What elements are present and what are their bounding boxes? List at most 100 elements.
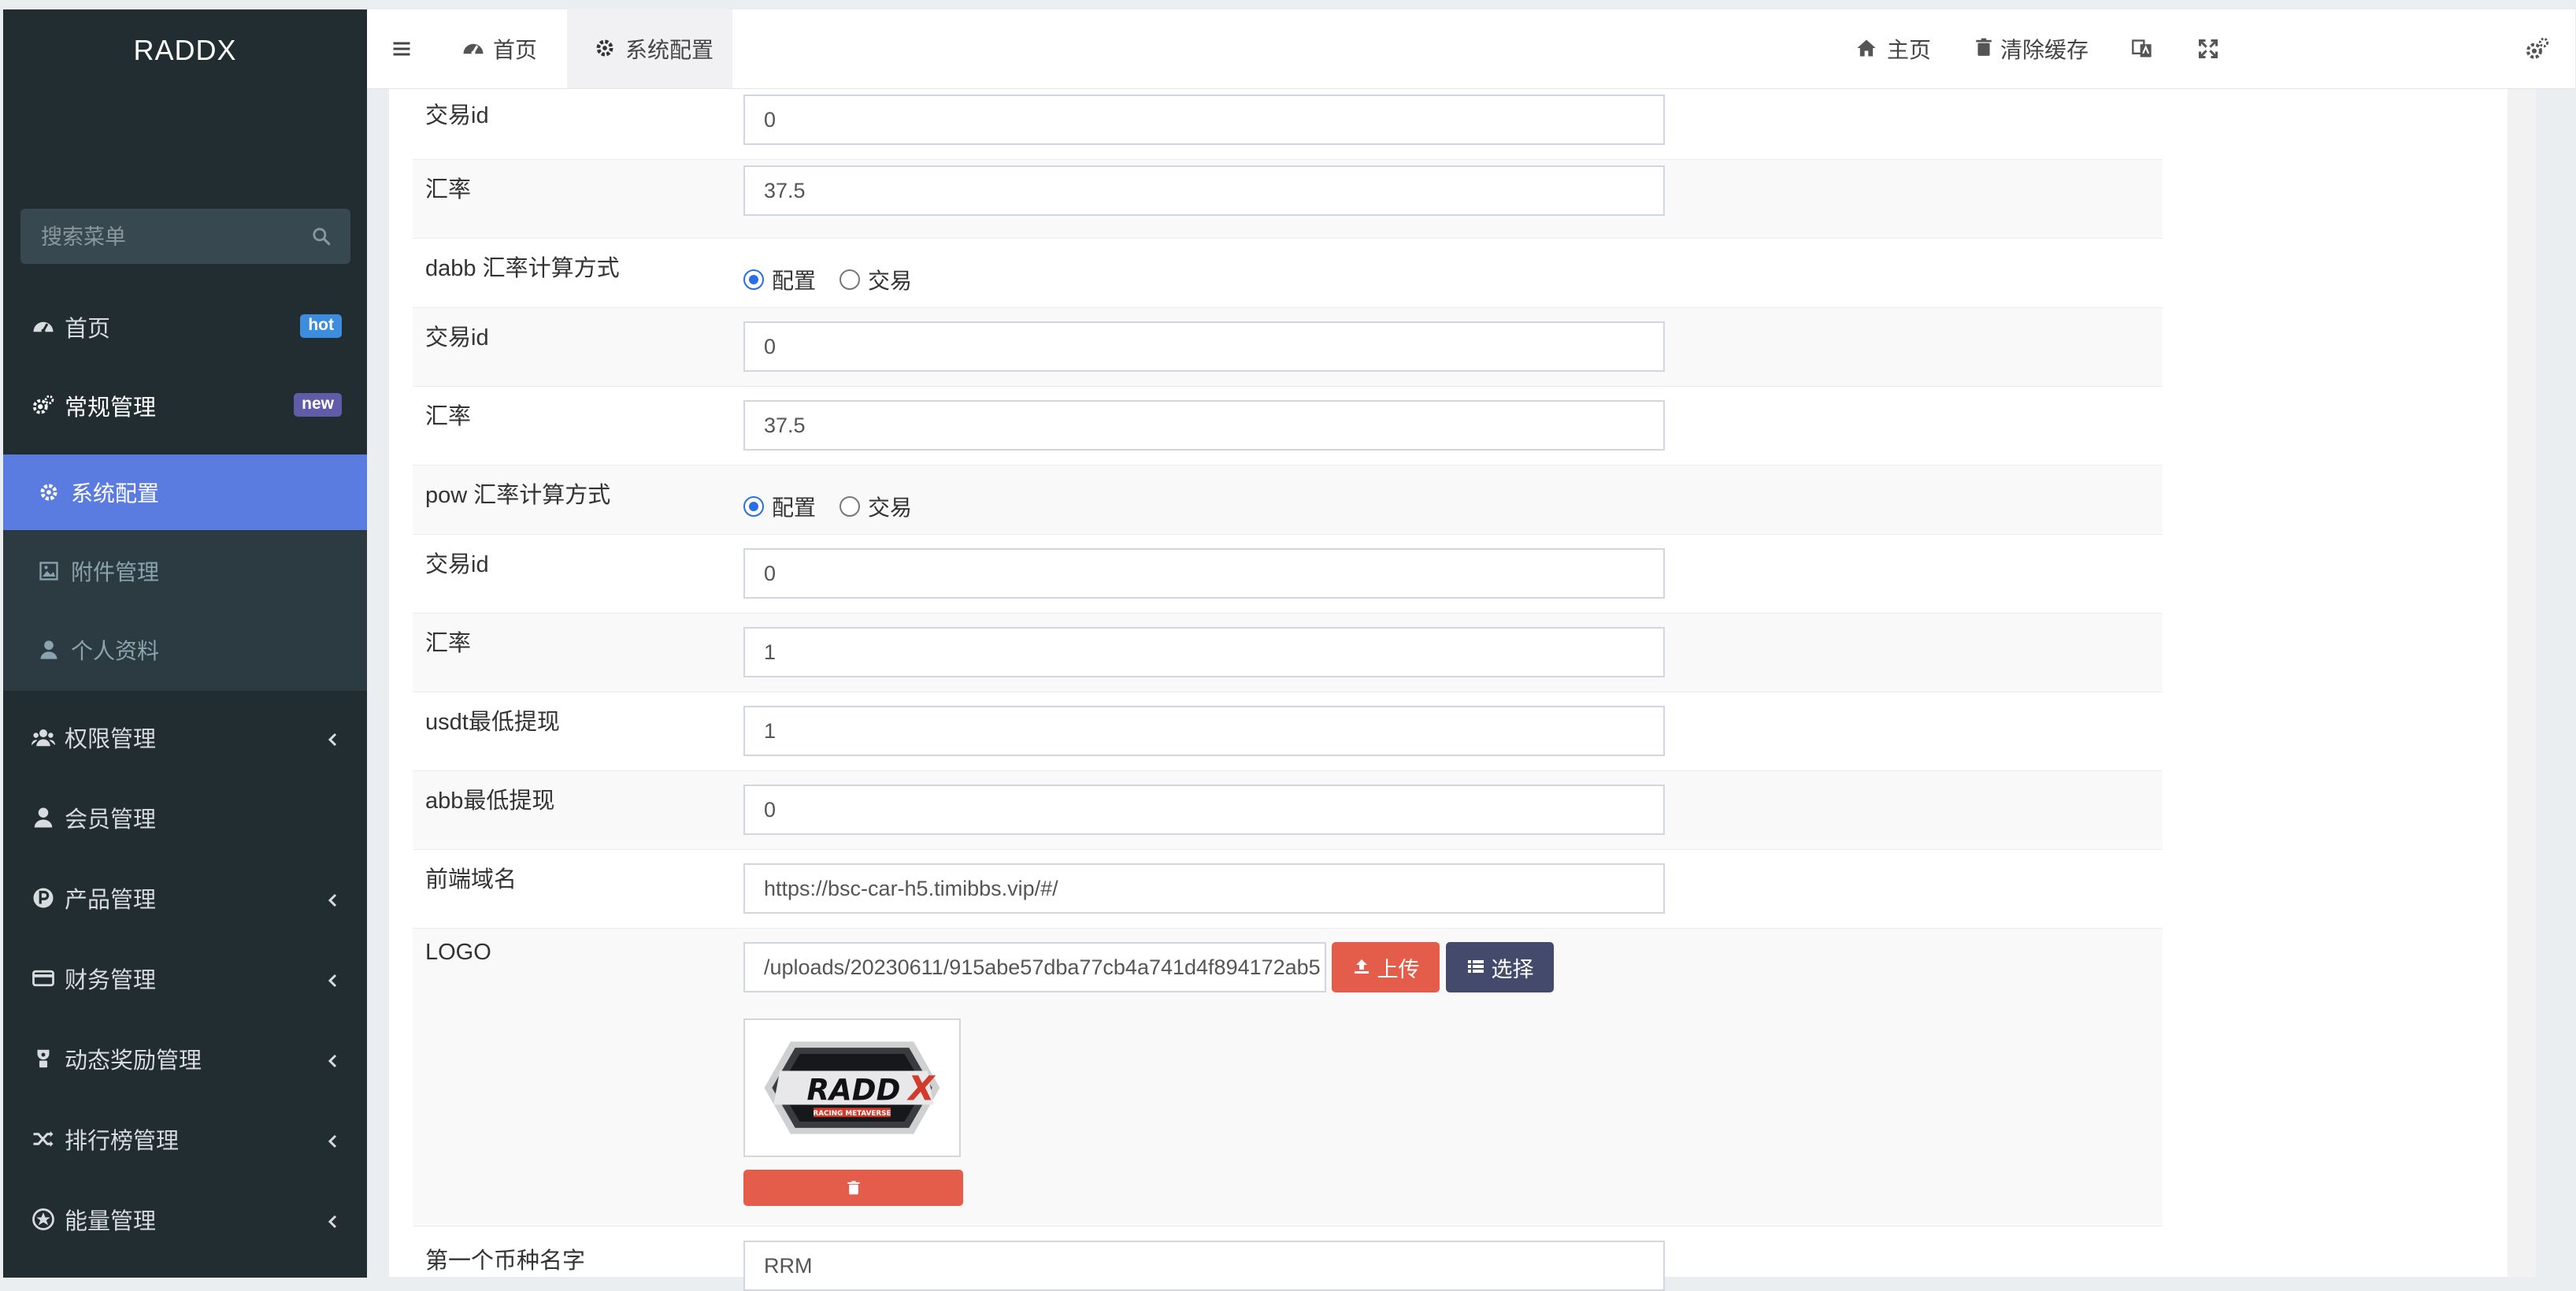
expand-icon	[2198, 39, 2218, 59]
first-coin-name-input[interactable]: RRM	[743, 1241, 1665, 1291]
trade-id-input[interactable]: 0	[743, 321, 1665, 372]
cogs-icon	[2526, 37, 2549, 59]
chevron-left-icon	[328, 893, 337, 907]
sidebar-item-home[interactable]: 首页 hot	[3, 288, 367, 366]
form-row: 汇率 37.5	[413, 160, 2163, 239]
delete-logo-button[interactable]	[743, 1170, 963, 1206]
field-label: 交易id	[425, 325, 489, 351]
radio-trade[interactable]	[840, 496, 861, 517]
radio-config[interactable]	[743, 496, 764, 517]
sidebar-item-label: 能量管理	[65, 1209, 157, 1234]
abb-min-withdraw-input[interactable]: 0	[743, 785, 1665, 835]
radio-label: 配置	[772, 269, 817, 293]
chevron-left-icon	[328, 733, 337, 747]
sidebar-item-products[interactable]: 产品管理	[3, 859, 367, 937]
field-label: 第一个币种名字	[425, 1248, 586, 1274]
menu-search-input[interactable]	[39, 209, 302, 265]
hot-badge: hot	[300, 314, 342, 338]
radio-config[interactable]	[743, 269, 764, 290]
form-row: 前端域名 https://bsc-car-h5.timibbs.vip/#/	[413, 850, 2163, 929]
energy-icon	[32, 1208, 55, 1231]
sidebar-item-finance[interactable]: 财务管理	[3, 939, 367, 1018]
rate-input[interactable]: 1	[743, 627, 1665, 677]
field-label: abb最低提现	[425, 788, 555, 814]
field-label: usdt最低提现	[425, 710, 560, 735]
logo-preview[interactable]: RADD X RACING METAVERSE	[743, 1018, 961, 1157]
chevron-left-icon	[328, 1134, 337, 1148]
sidebar-item-rewards[interactable]: 动态奖励管理	[3, 1019, 367, 1098]
dashboard-icon	[32, 315, 55, 339]
new-badge: new	[294, 393, 342, 417]
form-row: 交易id 0	[413, 535, 2163, 614]
usdt-min-withdraw-input[interactable]: 1	[743, 706, 1665, 756]
random-icon	[32, 1127, 55, 1151]
tab-label: 系统配置	[625, 38, 714, 62]
tab-home[interactable]: 首页	[461, 9, 537, 88]
chevron-left-icon	[328, 1215, 337, 1229]
sidebar-subitem-attachments[interactable]: 附件管理	[3, 533, 367, 609]
form-row: dabb 汇率计算方式 配置 交易	[413, 239, 2163, 308]
radio-label: 配置	[772, 495, 817, 520]
sidebar-item-permissions[interactable]: 权限管理	[3, 698, 367, 777]
form-row: abb最低提现 0	[413, 771, 2163, 850]
settings-button[interactable]	[2525, 9, 2550, 88]
radio-group: 配置 交易	[743, 491, 912, 522]
sidebar-subitem-system-config[interactable]: 系统配置	[3, 454, 367, 530]
rate-input[interactable]: 37.5	[743, 165, 1665, 216]
sidebar-item-energy[interactable]: 能量管理	[3, 1180, 367, 1259]
gear-icon	[594, 37, 617, 61]
fullscreen-button[interactable]	[2197, 9, 2219, 88]
chevron-left-icon	[328, 974, 337, 988]
translate-button[interactable]	[2131, 9, 2153, 88]
home-icon	[1855, 37, 1879, 61]
sidebar-item-general[interactable]: 常规管理 new	[3, 366, 367, 445]
trade-id-input[interactable]: 0	[743, 95, 1665, 145]
submenu-general: 系统配置 附件管理 个人资料	[3, 454, 367, 691]
chevron-left-icon	[328, 1054, 337, 1068]
app-logo[interactable]: RADDX	[3, 9, 367, 91]
trade-id-input[interactable]: 0	[743, 548, 1665, 599]
upload-label: 上传	[1377, 957, 1420, 981]
logo-path-input[interactable]: /uploads/20230611/915abe57dba77cb4a741d4…	[743, 942, 1326, 992]
select-button[interactable]: 选择	[1446, 942, 1554, 992]
form-row: LOGO /uploads/20230611/915abe57dba77cb4a…	[413, 929, 2163, 1226]
sidebar-toggle[interactable]	[391, 9, 413, 88]
clear-cache-button[interactable]: 清除缓存	[1974, 9, 2089, 88]
field-label: LOGO	[425, 940, 491, 965]
sidebar-subitem-label: 附件管理	[71, 560, 160, 584]
reward-icon	[32, 1047, 55, 1070]
rate-input[interactable]: 37.5	[743, 400, 1665, 451]
field-label: 汇率	[425, 177, 472, 202]
top-header: 首页 系统配置 主页 清除缓存	[367, 9, 2575, 89]
svg-text:RACING METAVERSE: RACING METAVERSE	[813, 1110, 891, 1118]
upload-button[interactable]: 上传	[1332, 942, 1440, 992]
scrollbar[interactable]	[2507, 89, 2536, 1277]
sidebar-item-label: 首页	[65, 317, 111, 342]
sidebar-item-label: 权限管理	[65, 727, 157, 752]
cogs-icon	[32, 394, 55, 417]
sidebar-item-members[interactable]: 会员管理	[3, 778, 367, 857]
field-label: 前端域名	[425, 867, 517, 892]
radio-trade[interactable]	[840, 269, 861, 290]
sidebar-subitem-label: 个人资料	[71, 639, 160, 663]
sidebar-item-label: 财务管理	[65, 968, 157, 993]
sidebar-subitem-profile[interactable]: 个人资料	[3, 612, 367, 688]
clear-cache-label: 清除缓存	[2000, 38, 2089, 62]
sidebar-item-label: 会员管理	[65, 807, 157, 833]
search-icon[interactable]	[311, 226, 332, 247]
sidebar: RADDX 首页 hot 常规管理 new 系统配置 附件管理 个人资料 权限管…	[3, 9, 367, 1278]
tab-system-config[interactable]: 系统配置	[567, 9, 732, 88]
field-label: 汇率	[425, 404, 472, 429]
form-row: 汇率 1	[413, 614, 2163, 692]
trash-icon	[847, 1181, 859, 1195]
upload-icon	[1352, 957, 1373, 978]
frontend-domain-input[interactable]: https://bsc-car-h5.timibbs.vip/#/	[743, 863, 1665, 914]
credit-card-icon	[32, 966, 55, 990]
hamburger-icon	[393, 42, 410, 56]
form-row: usdt最低提现 1	[413, 692, 2163, 771]
gear-icon	[38, 481, 60, 503]
sidebar-item-leaderboard[interactable]: 排行榜管理	[3, 1100, 367, 1178]
field-label: 汇率	[425, 631, 472, 656]
form-row: 汇率 37.5	[413, 387, 2163, 466]
home-link[interactable]: 主页	[1855, 9, 1931, 88]
